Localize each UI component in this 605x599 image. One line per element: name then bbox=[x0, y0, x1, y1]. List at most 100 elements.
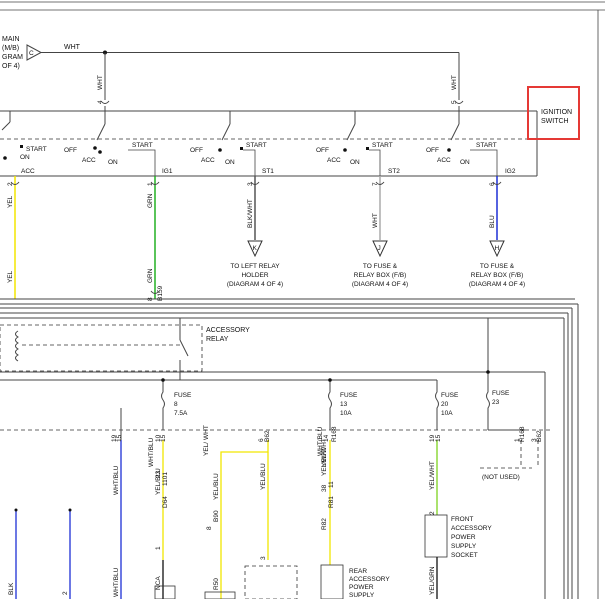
box-pin-label: R168 bbox=[331, 426, 338, 442]
wire-label: WHT/BLU bbox=[148, 437, 155, 467]
sw3-off: OFF bbox=[190, 147, 203, 154]
sw3-start-link bbox=[243, 149, 256, 176]
front-socket-1: FRONT bbox=[451, 516, 473, 523]
sw2-on: ON bbox=[108, 159, 118, 166]
yel-lower-label: YEL bbox=[7, 270, 14, 283]
sw1-contact bbox=[3, 156, 7, 160]
sw5-blade bbox=[450, 123, 460, 141]
connector-c-letter: C bbox=[29, 50, 34, 57]
node-16 bbox=[14, 508, 18, 512]
terminal-pin-ig2: 6 bbox=[489, 182, 496, 186]
connector-k-line-2: HOLDER bbox=[241, 272, 268, 279]
fuse-8-node bbox=[161, 378, 165, 382]
connector-j-line-3: (DIAGRAM 4 OF 4) bbox=[352, 281, 408, 288]
connector-box bbox=[204, 591, 236, 599]
ignition-switch-label-1: IGNITION bbox=[541, 109, 572, 116]
box-pin-label: B62 bbox=[536, 430, 543, 442]
fuse-8-num: 8 bbox=[174, 401, 178, 408]
wire-label: 2 bbox=[429, 511, 436, 515]
terminal-st1: ST1 bbox=[262, 168, 274, 175]
switch-group-1: ON START bbox=[1, 111, 47, 161]
front-socket-4: SUPPLY bbox=[451, 543, 477, 550]
ref-line-4: OF 4) bbox=[2, 63, 20, 70]
wire-label: 38 bbox=[321, 484, 328, 492]
box-pin-label: B62 bbox=[264, 430, 271, 442]
connector-k-line-3: (DIAGRAM 4 OF 4) bbox=[227, 281, 283, 288]
terminal-pin-st1: 3 bbox=[247, 182, 254, 186]
wire-label: 1101 bbox=[162, 472, 169, 486]
connector-j-letter: J bbox=[378, 245, 381, 252]
wire-label: 1 bbox=[155, 546, 162, 550]
box-pin-label: 15 bbox=[160, 434, 167, 442]
sw2-acc: ACC bbox=[82, 157, 96, 164]
relay-label-2: RELAY bbox=[206, 336, 229, 343]
connector-h-line-1: TO FUSE & bbox=[480, 263, 515, 270]
fuse-block: FUSE 8 7.5A FUSE 13 10A FUSE 20 10A FUSE… bbox=[0, 370, 550, 599]
terminal-color-ig1: GRN bbox=[147, 193, 154, 208]
sw4-off: OFF bbox=[316, 147, 329, 154]
main-box-reference: MAIN (M/B) GRAM OF 4) C WHT WHT 4 WHT 5 bbox=[2, 36, 464, 104]
relay-coil bbox=[15, 330, 19, 362]
wire-label: D64 bbox=[162, 496, 169, 508]
sw2-contact-b bbox=[98, 150, 102, 154]
rear-socket-2: ACCESSORY bbox=[349, 576, 390, 583]
rear-socket-box bbox=[320, 564, 344, 599]
switch-group-4: OFF ACC ON START bbox=[316, 111, 393, 176]
sw4-start: START bbox=[372, 142, 393, 149]
sw4-start-term bbox=[366, 147, 369, 150]
ignition-switch-label-2: SWITCH bbox=[541, 118, 569, 125]
sw2-off: OFF bbox=[64, 147, 77, 154]
sw2-blade bbox=[96, 123, 106, 141]
ref-line-2: (M/B) bbox=[2, 45, 19, 52]
terminal-ig1: IG1 bbox=[162, 168, 173, 175]
rear-socket-3: POWER bbox=[349, 584, 374, 591]
not-used-label: (NOT USED) bbox=[482, 474, 520, 481]
wht-feed-label: WHT bbox=[64, 44, 81, 51]
sw2-contact-a bbox=[93, 146, 97, 150]
sw5-off: OFF bbox=[426, 147, 439, 154]
fuse-23-symbol bbox=[486, 390, 490, 430]
wire-label: R82 bbox=[321, 518, 328, 530]
sw4-start-link bbox=[369, 149, 381, 176]
connector-arrows: K TO LEFT RELAY HOLDER (DIAGRAM 4 OF 4) J TO … bbox=[227, 240, 525, 288]
feed-1-color: WHT bbox=[97, 75, 104, 90]
terminal-pin-acc: 2 bbox=[7, 182, 14, 186]
fuse-13-amps: 10A bbox=[340, 410, 352, 417]
connector-h-line-3: (DIAGRAM 4 OF 4) bbox=[469, 281, 525, 288]
wire-label: R50 bbox=[213, 578, 220, 590]
fuse-20-num: 20 bbox=[441, 401, 449, 408]
relay-label-1: ACCESSORY bbox=[206, 327, 250, 334]
fuse-20-amps: 10A bbox=[441, 410, 453, 417]
wire-label: WHT bbox=[203, 425, 210, 440]
fuse-20-label: FUSE bbox=[441, 392, 459, 399]
fuse-13-symbol bbox=[328, 380, 332, 430]
fuse-23-node bbox=[486, 370, 490, 374]
fuse-23-label: FUSE bbox=[492, 390, 510, 397]
wire-label: BLK bbox=[8, 582, 15, 595]
connector-h-letter: H bbox=[495, 245, 500, 252]
box-pin-label: 15 bbox=[435, 434, 442, 442]
sw3-blade bbox=[221, 123, 231, 141]
connector-k-line-1: TO LEFT RELAY bbox=[230, 263, 280, 270]
terminal-color-st2: WHT bbox=[372, 213, 379, 228]
switch-group-5: OFF ACC ON START bbox=[426, 111, 498, 176]
sw1-start: START bbox=[26, 146, 47, 153]
sw4-blade bbox=[346, 123, 356, 141]
fuse-13-node bbox=[328, 378, 332, 382]
rear-socket-1: REAR bbox=[349, 568, 367, 575]
terminal-pin-st2: 7 bbox=[372, 182, 379, 186]
sw4-on: ON bbox=[350, 159, 360, 166]
feed-2-color: WHT bbox=[451, 75, 458, 90]
wire-label: WHT/BLU bbox=[113, 567, 120, 597]
fuse-8-symbol bbox=[161, 380, 165, 430]
sw2-start: START bbox=[132, 142, 153, 149]
fuse-13-num: 13 bbox=[340, 401, 348, 408]
connector-j-line-2: RELAY BOX (F/B) bbox=[354, 272, 407, 279]
terminal-color-st1: BLK/WHT bbox=[247, 199, 254, 228]
wire-label: YEL/BLU bbox=[213, 473, 220, 500]
front-socket-5: SOCKET bbox=[451, 552, 478, 559]
terminal-color-ig2: BLU bbox=[489, 215, 496, 228]
wire-label: NCA bbox=[155, 576, 162, 590]
node-70 bbox=[68, 508, 72, 512]
wire-label: 2 bbox=[62, 591, 69, 595]
